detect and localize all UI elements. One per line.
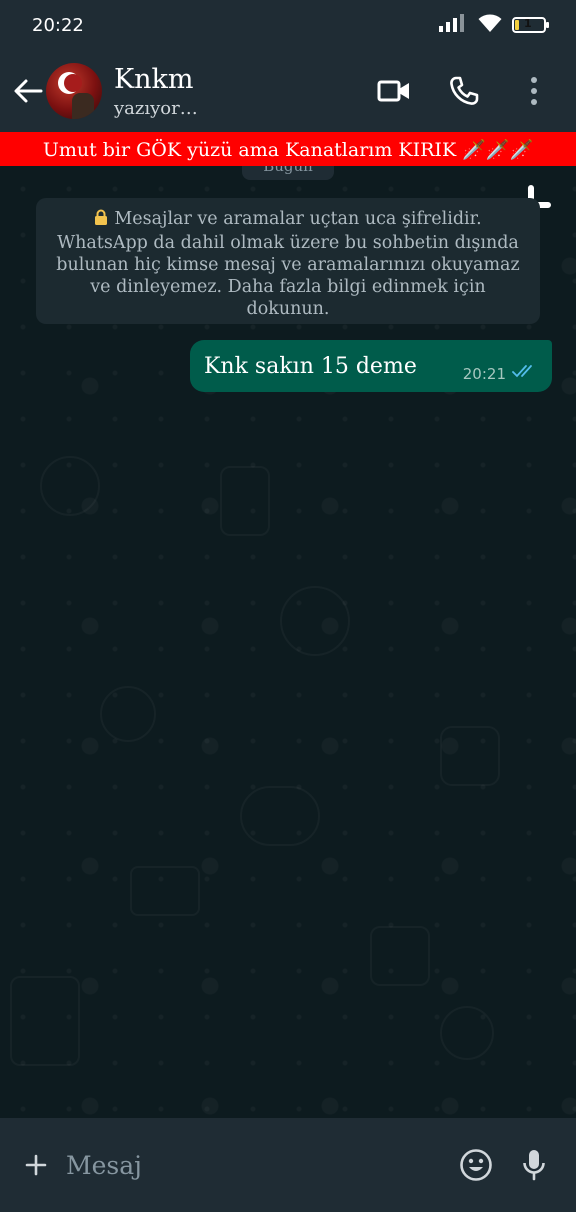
wallpaper-doodle xyxy=(130,866,200,916)
message-input[interactable] xyxy=(66,1140,440,1190)
battery-icon: 1 xyxy=(512,17,549,33)
wallpaper-doodle xyxy=(440,726,500,786)
emoji-icon[interactable] xyxy=(454,1143,498,1187)
wallpaper-doodle xyxy=(280,586,350,656)
microphone-icon[interactable] xyxy=(512,1143,556,1187)
wallpaper-doodle xyxy=(440,1006,494,1060)
signal-icon xyxy=(438,13,468,37)
encryption-notice-text: Mesajlar ve aramalar uçtan uca şifrelidi… xyxy=(56,209,520,319)
composer-bar xyxy=(0,1118,576,1212)
battery-label: 1 xyxy=(524,17,532,30)
status-icons: 1 xyxy=(438,13,549,37)
video-call-icon[interactable] xyxy=(374,71,414,111)
crescent-icon xyxy=(58,72,82,94)
message-time: 20:21 xyxy=(462,365,506,383)
message-meta: 20:21 xyxy=(463,363,538,383)
plus-icon[interactable] xyxy=(20,1145,52,1185)
chat-area[interactable]: Bugün Mesajlar ve aramalar uçtan uca şif… xyxy=(0,166,576,1118)
phone-icon[interactable] xyxy=(444,71,484,111)
encryption-notice[interactable]: Mesajlar ve aramalar uçtan uca şifrelidi… xyxy=(36,198,540,324)
message-text: Knk sakın 15 deme xyxy=(204,353,417,379)
avatar[interactable] xyxy=(46,63,102,119)
message-bubble-outgoing[interactable]: Knk sakın 15 deme 20:21 xyxy=(190,340,552,392)
wallpaper-doodle xyxy=(40,456,100,516)
contact-info[interactable]: Knkm yazıyor… xyxy=(114,64,374,119)
date-chip: Bugün xyxy=(242,166,334,180)
wallpaper-doodle xyxy=(10,976,80,1066)
status-time: 20:22 xyxy=(32,14,84,36)
wallpaper-doodle xyxy=(100,686,156,742)
status-bar: 20:22 1 xyxy=(0,0,576,50)
back-arrow-icon[interactable] xyxy=(4,61,52,121)
more-options-icon[interactable] xyxy=(514,71,554,111)
wallpaper-doodle xyxy=(240,786,320,846)
wallpaper-doodle xyxy=(370,926,430,986)
contact-name: Knkm xyxy=(114,63,194,95)
battery-fill xyxy=(515,20,519,30)
chat-screen: 20:22 1 Knkm yazıyor… Umut bir GÖK yüzü … xyxy=(0,0,576,1212)
chat-header: Knkm yazıyor… xyxy=(0,50,576,132)
header-actions xyxy=(374,71,554,111)
lock-icon xyxy=(94,209,108,232)
double-check-read-icon xyxy=(512,363,538,383)
avatar-figure xyxy=(72,93,94,119)
wifi-icon xyxy=(478,13,502,37)
status-banner: Umut bir GÖK yüzü ama Kanatlarım KIRIK 🗡… xyxy=(0,132,576,166)
contact-status: yazıyor… xyxy=(114,97,198,119)
wallpaper-doodle xyxy=(220,466,270,536)
